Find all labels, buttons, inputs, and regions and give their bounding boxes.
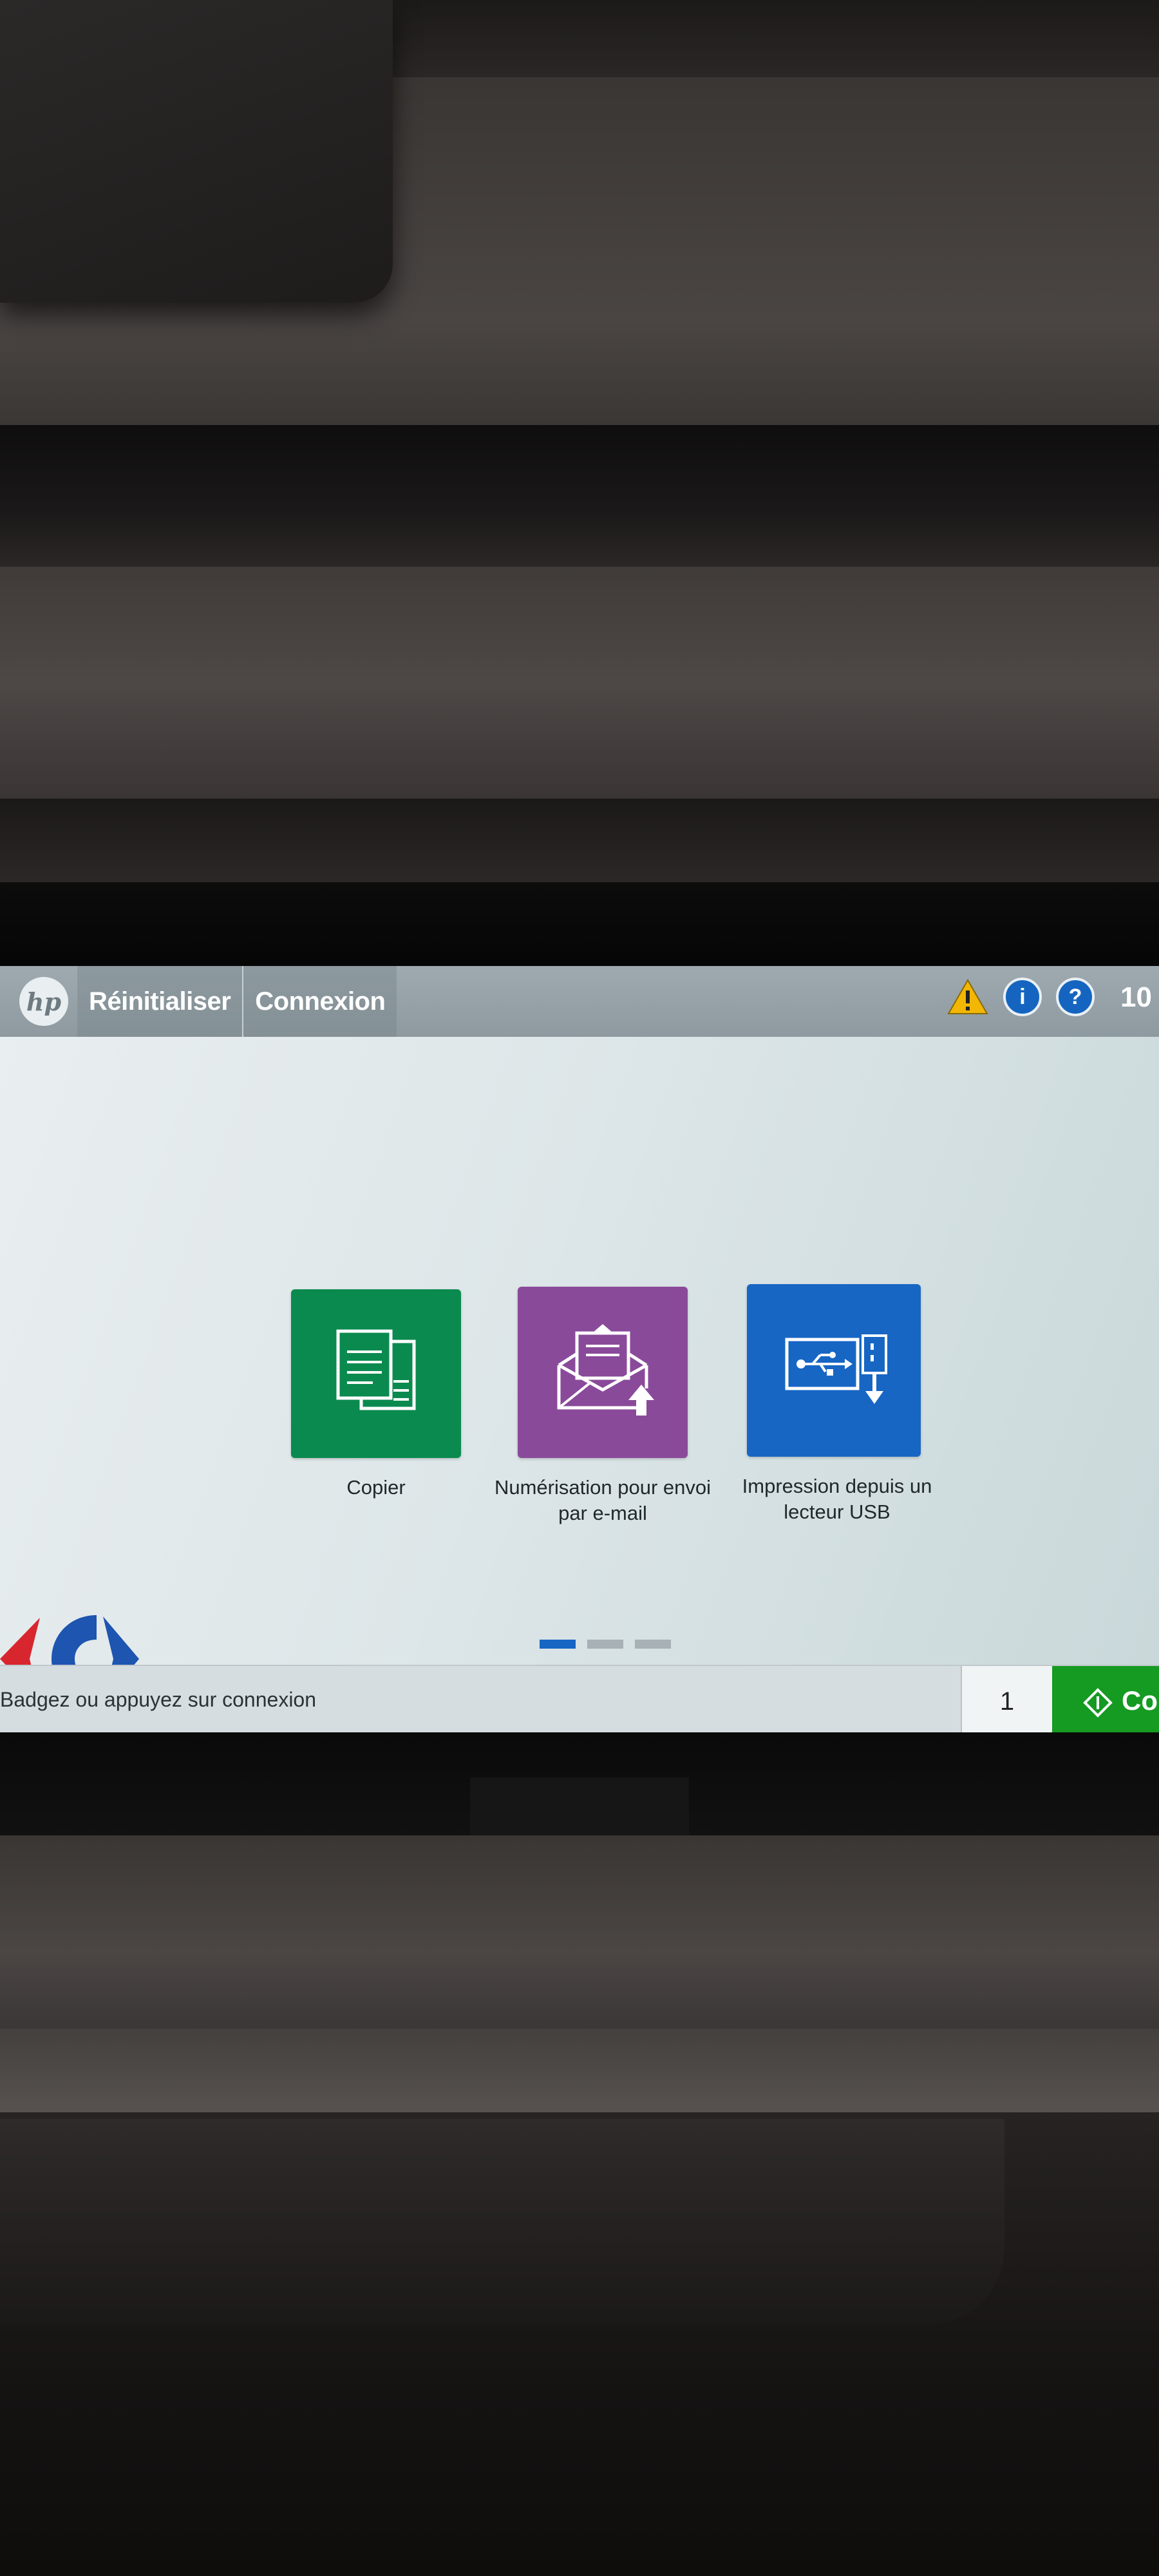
page-indicator[interactable]: [540, 1640, 671, 1649]
page-dot[interactable]: [635, 1640, 671, 1649]
scan-to-email-tile[interactable]: Numérisation pour envoi par e-mail: [489, 1287, 716, 1526]
scan-to-email-tile-label: Numérisation pour envoi par e-mail: [489, 1475, 716, 1526]
scan-to-email-tile-square[interactable]: [518, 1287, 688, 1458]
copy-tile-square[interactable]: [291, 1289, 461, 1458]
label-line: lecteur USB: [784, 1501, 890, 1523]
start-diamond-icon: [1083, 1688, 1113, 1718]
usb-print-icon: [785, 1334, 887, 1404]
printer-panel: [0, 1835, 1159, 2029]
page-dot[interactable]: [587, 1640, 623, 1649]
help-icon[interactable]: ?: [1056, 978, 1095, 1016]
label-line: par e-mail: [558, 1502, 647, 1524]
printer-lid: [0, 0, 393, 303]
label-line: Numérisation pour envoi: [494, 1476, 711, 1499]
copy-icon: [336, 1329, 416, 1410]
info-icon[interactable]: i: [1003, 978, 1042, 1016]
printer-panel: [0, 2029, 1159, 2112]
scan-email-icon: [557, 1324, 654, 1416]
usb-print-tile-label: Impression depuis un lecteur USB: [734, 1473, 940, 1525]
copy-tile[interactable]: Copier: [291, 1289, 461, 1501]
hp-logo-text: hp: [26, 987, 62, 1016]
status-message: Badgez ou appuyez sur connexion: [0, 1688, 317, 1711]
info-glyph: i: [1019, 984, 1026, 1009]
login-button[interactable]: Connexion: [242, 966, 397, 1037]
hp-logo[interactable]: hp: [19, 977, 68, 1026]
output-tray: [0, 2119, 1004, 2325]
printer-touchscreen: hp Réinitialiser Connexion i ? 10 Copier…: [0, 966, 1159, 1736]
top-bar: hp Réinitialiser Connexion i ? 10: [0, 966, 1159, 1037]
reset-button[interactable]: Réinitialiser: [77, 966, 243, 1037]
label-line: Impression depuis un: [742, 1475, 932, 1497]
start-button-label: Co: [1122, 1685, 1158, 1716]
copy-tile-label: Copier: [346, 1476, 406, 1499]
clock: 10: [1120, 981, 1152, 1013]
warning-icon[interactable]: [947, 978, 989, 1016]
usb-print-tile-square[interactable]: [747, 1284, 921, 1457]
help-glyph: ?: [1068, 984, 1082, 1009]
start-button[interactable]: Co: [1052, 1666, 1159, 1736]
usb-print-tile[interactable]: Impression depuis un lecteur USB: [734, 1284, 940, 1525]
status-icons: i ?: [947, 978, 1095, 1016]
bottom-bar: Badgez ou appuyez sur connexion 1 Co: [0, 1665, 1159, 1736]
printer-gap: [0, 799, 1159, 882]
copies-count-field[interactable]: 1: [961, 1666, 1053, 1736]
home-screen: Copier Numérisation pour envoi par e-mai…: [0, 1037, 1159, 1703]
printer-panel: [0, 567, 1159, 799]
printer-gap: [0, 425, 1159, 567]
screen-bezel-top: [0, 882, 1159, 972]
page-dot-active[interactable]: [540, 1640, 576, 1649]
